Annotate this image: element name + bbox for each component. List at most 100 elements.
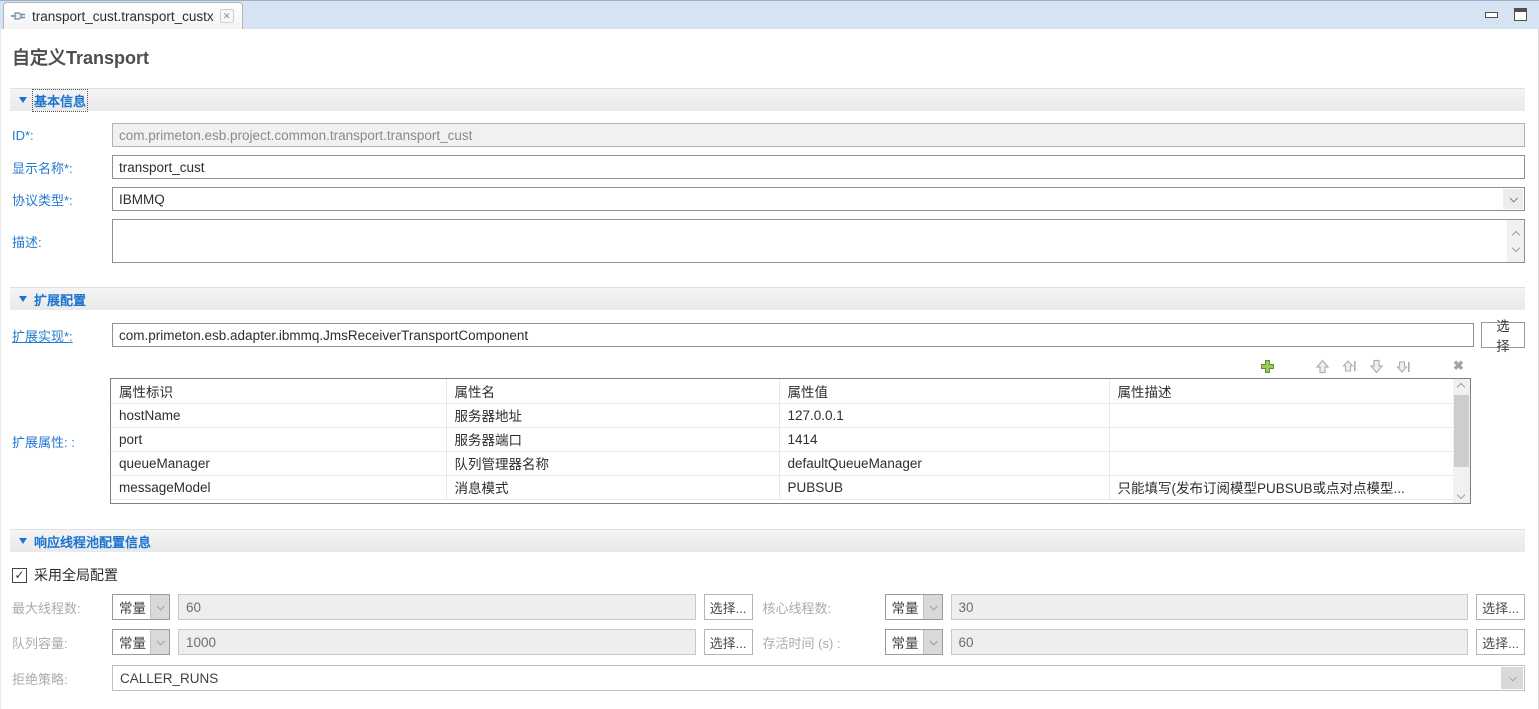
max-threads-label: 最大线程数: [12, 598, 112, 617]
description-scrollbar[interactable] [1507, 220, 1524, 262]
protocol-type-select[interactable]: IBMMQ [112, 187, 1525, 211]
queue-capacity-input: 1000 [178, 629, 696, 655]
queue-capacity-choose-button[interactable]: 选择... [704, 629, 753, 655]
mode-value: 常量 [113, 595, 150, 619]
queue-capacity-label: 队列容量: [12, 633, 112, 652]
core-threads-choose-button[interactable]: 选择... [1476, 594, 1525, 620]
keep-alive-choose-button[interactable]: 选择... [1476, 629, 1525, 655]
tab-transport-cust[interactable]: transport_cust.transport_custx ✕ [3, 2, 243, 29]
section-basic-info[interactable]: 基本信息 [10, 88, 1525, 111]
ext-props-table: 属性标识 属性名 属性值 属性描述 hostName 服务器地址 127.0.0… [110, 378, 1471, 504]
add-row-icon[interactable] [1259, 358, 1276, 374]
ext-props-label: 扩展属性: : [10, 432, 110, 451]
section-ext-config[interactable]: 扩展配置 [10, 287, 1525, 310]
move-up-icon[interactable] [1314, 358, 1331, 374]
display-name-input[interactable]: transport_cust [112, 155, 1525, 179]
chevron-down-icon [150, 630, 169, 654]
ext-impl-input[interactable]: com.primeton.esb.adapter.ibmmq.JmsReceiv… [112, 323, 1474, 347]
cell-value[interactable]: defaultQueueManager [779, 451, 1109, 475]
cell-name[interactable]: 队列管理器名称 [446, 451, 779, 475]
mode-value: 常量 [886, 595, 923, 619]
global-config-checkbox[interactable]: ✓ [12, 568, 27, 583]
col-header-key[interactable]: 属性标识 [111, 379, 446, 403]
core-threads-mode-select: 常量 [885, 594, 943, 620]
reject-policy-value: CALLER_RUNS [120, 671, 218, 686]
cell-desc[interactable] [1109, 451, 1453, 475]
section-collapse-icon [19, 97, 27, 103]
tab-title: transport_cust.transport_custx [32, 9, 214, 24]
section-thread-pool[interactable]: 响应线程池配置信息 [10, 529, 1525, 552]
maximize-view-icon[interactable] [1514, 8, 1527, 21]
cell-desc[interactable]: 只能填写(发布订阅模型PUBSUB或点对点模型... [1109, 475, 1453, 499]
table-row[interactable]: queueManager 队列管理器名称 defaultQueueManager [111, 451, 1453, 475]
chevron-down-icon [150, 595, 169, 619]
table-row[interactable]: hostName 服务器地址 127.0.0.1 [111, 403, 1453, 427]
section-basic-info-title: 基本信息 [34, 91, 86, 110]
keep-alive-mode-select: 常量 [885, 629, 943, 655]
cell-key[interactable]: hostName [111, 403, 446, 427]
ext-impl-link[interactable]: 扩展实现*: [12, 326, 112, 345]
minimize-view-icon[interactable] [1485, 12, 1498, 18]
description-textarea[interactable] [112, 219, 1525, 263]
max-threads-mode-select: 常量 [112, 594, 170, 620]
section-collapse-icon [19, 296, 27, 302]
move-down-icon[interactable] [1368, 358, 1385, 374]
description-label: 描述: [12, 232, 112, 251]
cell-desc[interactable] [1109, 403, 1453, 427]
chevron-down-icon [1501, 667, 1523, 689]
cell-value[interactable]: 1414 [779, 427, 1109, 451]
cell-key[interactable]: port [111, 427, 446, 451]
table-row[interactable]: messageModel 消息模式 PUBSUB 只能填写(发布订阅模型PUBS… [111, 475, 1453, 499]
cell-key[interactable]: queueManager [111, 451, 446, 475]
id-input: com.primeton.esb.project.common.transpor… [112, 123, 1525, 147]
col-header-value[interactable]: 属性值 [779, 379, 1109, 403]
col-header-desc[interactable]: 属性描述 [1109, 379, 1453, 403]
keep-alive-label: 存活时间 (s) : [763, 633, 885, 652]
chevron-down-icon [923, 595, 942, 619]
table-scrollbar[interactable] [1453, 379, 1470, 503]
scroll-down-icon[interactable] [1457, 491, 1465, 499]
delete-row-icon[interactable]: ✖ [1450, 358, 1467, 374]
chevron-down-icon [923, 630, 942, 654]
cell-name[interactable]: 服务器端口 [446, 427, 779, 451]
move-to-top-icon[interactable] [1341, 358, 1358, 374]
max-threads-choose-button[interactable]: 选择... [704, 594, 753, 620]
reject-policy-label: 拒绝策略: [12, 669, 112, 688]
cell-value[interactable]: 127.0.0.1 [779, 403, 1109, 427]
cell-name[interactable]: 服务器地址 [446, 403, 779, 427]
scroll-up-icon[interactable] [1457, 383, 1465, 391]
col-header-name[interactable]: 属性名 [446, 379, 779, 403]
queue-capacity-mode-select: 常量 [112, 629, 170, 655]
chevron-down-icon[interactable] [1503, 189, 1523, 209]
cell-value[interactable]: PUBSUB [779, 475, 1109, 499]
reject-policy-select: CALLER_RUNS [112, 665, 1525, 691]
editor-tab-bar: transport_cust.transport_custx ✕ [0, 0, 1539, 29]
cell-name[interactable]: 消息模式 [446, 475, 779, 499]
section-ext-config-title: 扩展配置 [34, 290, 86, 309]
protocol-type-value: IBMMQ [119, 192, 165, 207]
mode-value: 常量 [113, 630, 150, 654]
tab-close-icon[interactable]: ✕ [220, 9, 234, 23]
protocol-type-label: 协议类型*: [12, 190, 112, 209]
section-collapse-icon [19, 538, 27, 544]
transport-editor: 自定义Transport 基本信息 ID*: com.primeton.esb.… [0, 29, 1539, 709]
scroll-down-icon[interactable] [1511, 243, 1519, 251]
scroll-up-icon[interactable] [1511, 230, 1519, 238]
table-row[interactable]: port 服务器端口 1414 [111, 427, 1453, 451]
transport-plug-icon [11, 10, 26, 22]
core-threads-label: 核心线程数: [763, 598, 885, 617]
ext-impl-choose-button[interactable]: 选择 [1481, 322, 1525, 348]
move-to-bottom-icon[interactable] [1395, 358, 1412, 374]
core-threads-input: 30 [951, 594, 1469, 620]
max-threads-input: 60 [178, 594, 696, 620]
ext-props-toolbar: ✖ [10, 357, 1467, 375]
cell-desc[interactable] [1109, 427, 1453, 451]
cell-key[interactable]: messageModel [111, 475, 446, 499]
section-thread-pool-title: 响应线程池配置信息 [34, 532, 151, 551]
global-config-label: 采用全局配置 [34, 565, 118, 585]
id-label: ID*: [12, 128, 112, 143]
table-header-row: 属性标识 属性名 属性值 属性描述 [111, 379, 1453, 403]
scrollbar-thumb[interactable] [1454, 395, 1469, 467]
display-name-label: 显示名称*: [12, 158, 112, 177]
mode-value: 常量 [886, 630, 923, 654]
